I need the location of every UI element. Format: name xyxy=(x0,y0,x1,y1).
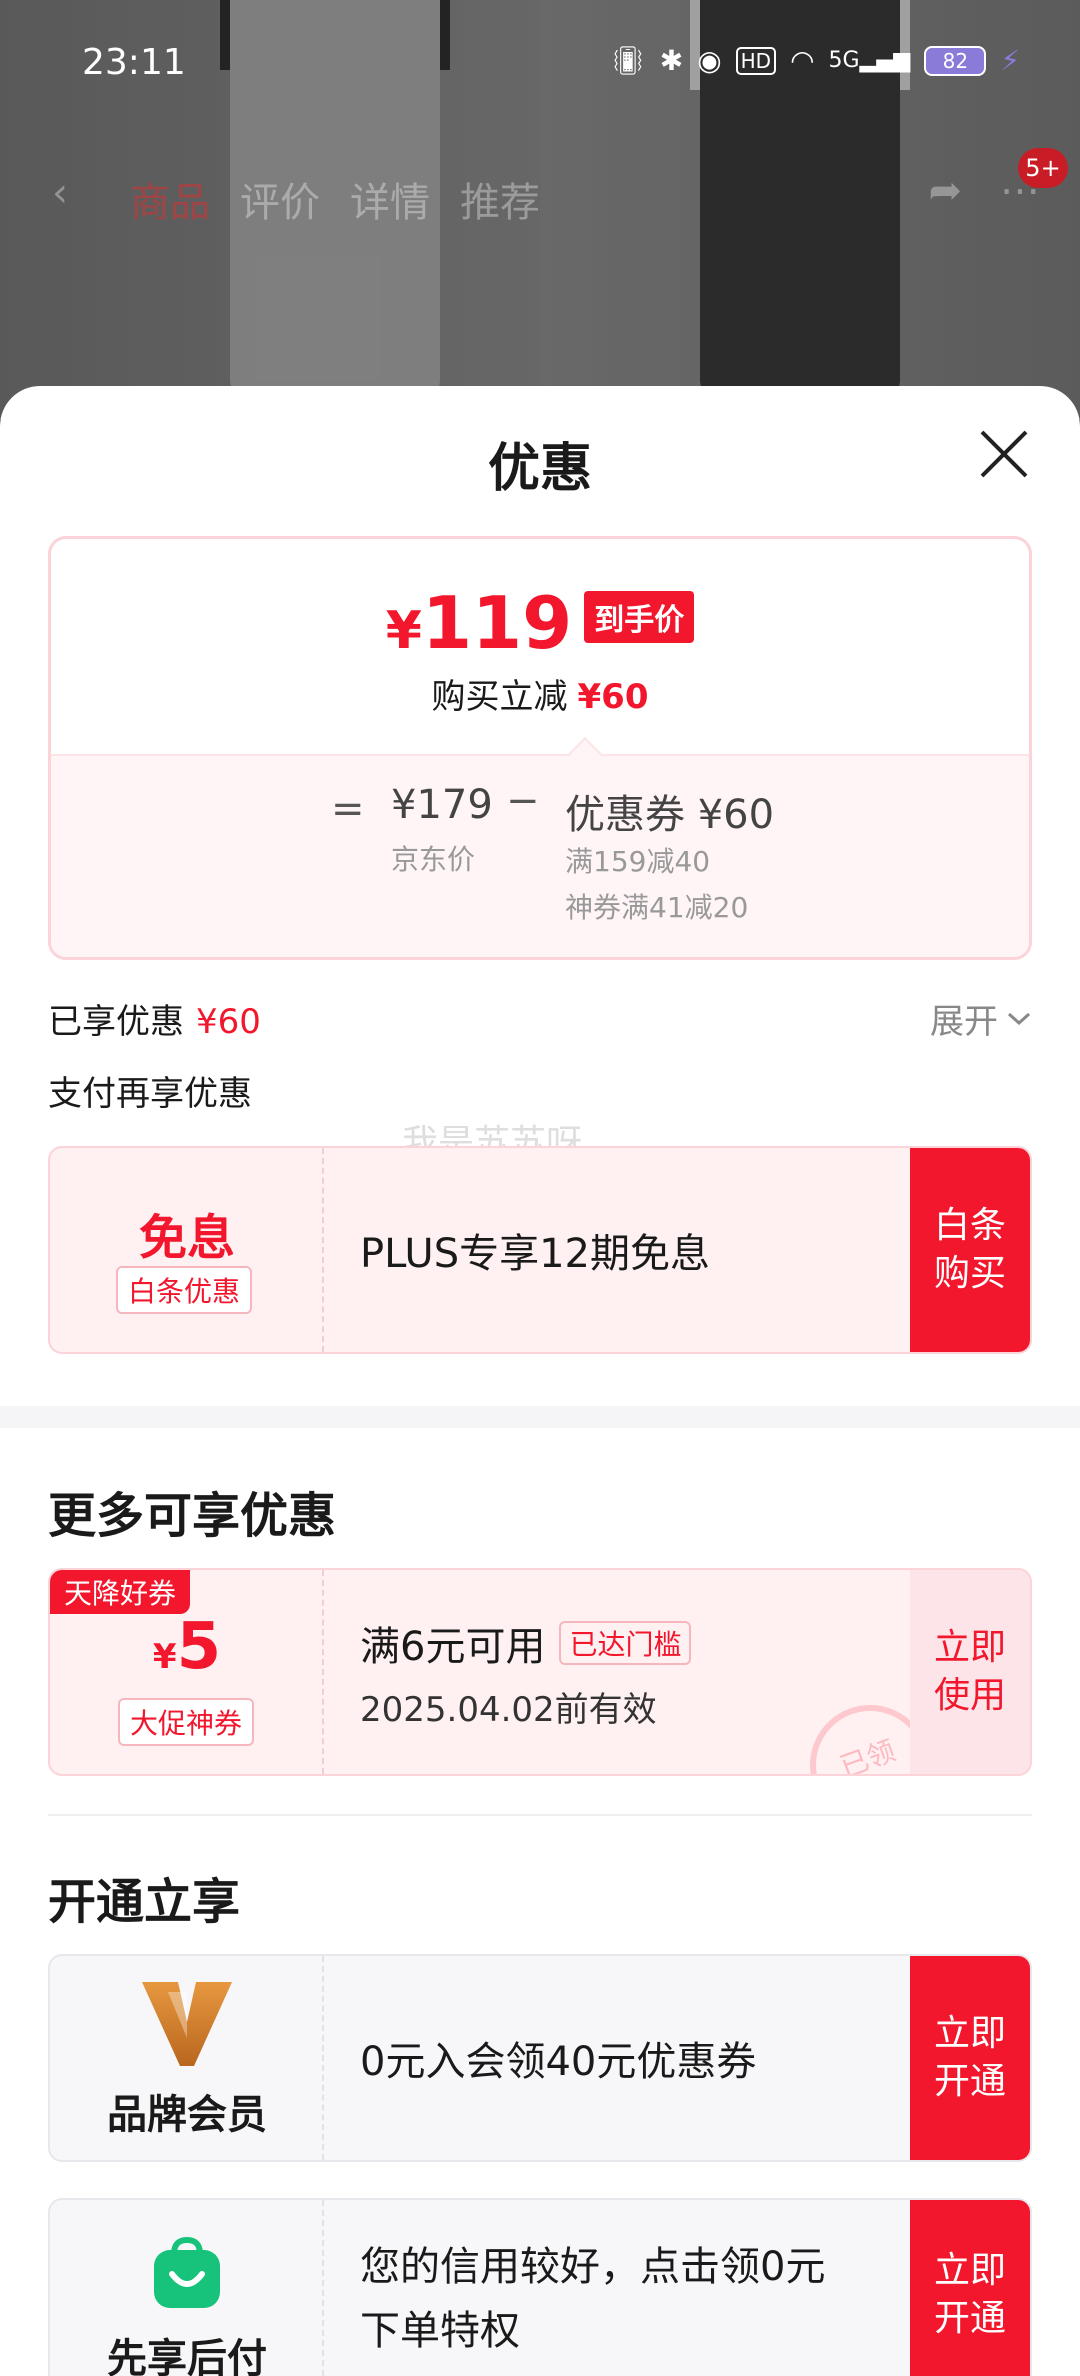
reduce-label: 购买立减 xyxy=(431,677,568,717)
status-time: 23:11 xyxy=(82,42,186,83)
open-member-button[interactable]: 立即 开通 xyxy=(910,1956,1030,2160)
brand-member-name: 品牌会员 xyxy=(107,2092,267,2138)
pay-later-name: 先享后付 xyxy=(107,2336,267,2376)
more-offers-title: 更多可享优惠 xyxy=(48,1488,337,1544)
coupon-condition: 满6元可用 xyxy=(360,1623,546,1670)
final-price-tag: 到手价 xyxy=(584,591,695,643)
section-divider xyxy=(0,1406,1080,1428)
equals-sign: = xyxy=(331,786,365,832)
coupon-card: 天降好券 ¥5 大促神券 满6元可用 已达门槛 2025.04.02前有效 已领… xyxy=(48,1568,1032,1776)
share-icon[interactable]: ➦ xyxy=(928,168,962,214)
enjoyed-amount: ¥60 xyxy=(196,1002,261,1042)
coupon-amount: ¥5 xyxy=(152,1610,222,1684)
jd-price-label: 京东价 xyxy=(391,843,476,876)
status-bar: 23:11 📳︎ ✱ ◉ HD ◠ 5G▂▄▆ 82 ⚡︎ xyxy=(0,0,1080,130)
price-summary-card: ¥119 到手价 购买立减 ¥60 = ¥179 京东价 − 优惠券 ¥60 满15… xyxy=(48,536,1032,960)
threshold-reached-tag: 已达门槛 xyxy=(559,1620,692,1665)
coupon-flag: 天降好券 xyxy=(50,1570,191,1614)
close-icon[interactable] xyxy=(976,426,1032,482)
signal-icon: 5G▂▄▆ xyxy=(828,48,911,73)
use-coupon-button[interactable]: 立即 使用 xyxy=(910,1570,1030,1774)
bluetooth-icon: ✱ xyxy=(659,44,684,77)
location-icon: ◉ xyxy=(697,44,722,77)
brand-member-description: 0元入会领40元优惠券 xyxy=(360,2039,757,2085)
chevron-down-icon xyxy=(1007,1012,1031,1025)
interest-free-title: 免息 xyxy=(138,1210,235,1266)
pay-later-card: 先享后付 您的信用较好，点击领0元 下单特权 立即 开通 xyxy=(48,2198,1032,2376)
final-price: 119 xyxy=(421,581,573,665)
message-badge: 5+ xyxy=(1018,148,1068,188)
baitiao-tag: 白条优惠 xyxy=(116,1266,253,1314)
coupon-detail: 神券满41减20 xyxy=(565,891,749,924)
baitiao-offer-card: 免息 白条优惠 PLUS专享12期免息 白条 购买 xyxy=(48,1146,1032,1354)
coupon-total: 优惠券 ¥60 xyxy=(565,792,775,838)
minus-sign: − xyxy=(506,778,540,824)
final-price-currency: ¥ xyxy=(385,601,422,661)
tab-recommend[interactable]: 推荐 xyxy=(460,170,540,228)
brand-member-logo-icon xyxy=(142,1982,232,2066)
back-icon[interactable]: ‹ xyxy=(52,170,68,216)
tab-product[interactable]: 商品 xyxy=(130,170,210,228)
hd-icon: HD xyxy=(735,46,777,75)
coupon-validity: 2025.04.02前有效 xyxy=(360,1689,657,1730)
sheet-title: 优惠 xyxy=(487,439,592,499)
tab-reviews[interactable]: 评价 xyxy=(240,170,320,228)
divider xyxy=(48,1814,1032,1816)
baitiao-buy-button[interactable]: 白条 购买 xyxy=(910,1148,1030,1352)
wifi-icon: ◠ xyxy=(790,44,815,77)
jd-price: ¥179 xyxy=(391,782,493,828)
coupon-type-tag: 大促神券 xyxy=(118,1698,255,1746)
charging-icon: ⚡︎ xyxy=(1000,44,1020,77)
expand-button[interactable]: 展开 xyxy=(930,994,1032,1043)
shopping-bag-icon xyxy=(154,2236,220,2308)
vibrate-icon: 📳︎ xyxy=(610,44,646,77)
discount-sheet: 优惠 ¥119 到手价 购买立减 ¥60 = ¥179 京东价 − 优惠券 ¥60 … xyxy=(0,386,1080,2376)
enjoyed-discount: 已享优惠 ¥60 xyxy=(48,1002,261,1042)
brand-member-card: 品牌会员 0元入会领40元优惠券 立即 开通 xyxy=(48,1954,1032,2162)
open-pay-later-button[interactable]: 立即 开通 xyxy=(910,2200,1030,2376)
pay-later-description-2: 下单特权 xyxy=(360,2308,520,2354)
tab-details[interactable]: 详情 xyxy=(350,170,430,228)
reduce-amount: ¥60 xyxy=(577,677,649,717)
pay-more-label: 支付再享优惠 xyxy=(48,1074,252,1114)
pay-later-description: 您的信用较好，点击领0元 xyxy=(360,2244,826,2290)
baitiao-description: PLUS专享12期免息 xyxy=(360,1231,710,1277)
coupon-detail: 满159减40 xyxy=(565,845,711,878)
product-nav-bar: ‹ 商品 评价 详情 推荐 ➦ ⋯ xyxy=(0,160,1080,230)
open-benefits-title: 开通立享 xyxy=(48,1874,241,1930)
battery-icon: 82 xyxy=(924,45,987,76)
